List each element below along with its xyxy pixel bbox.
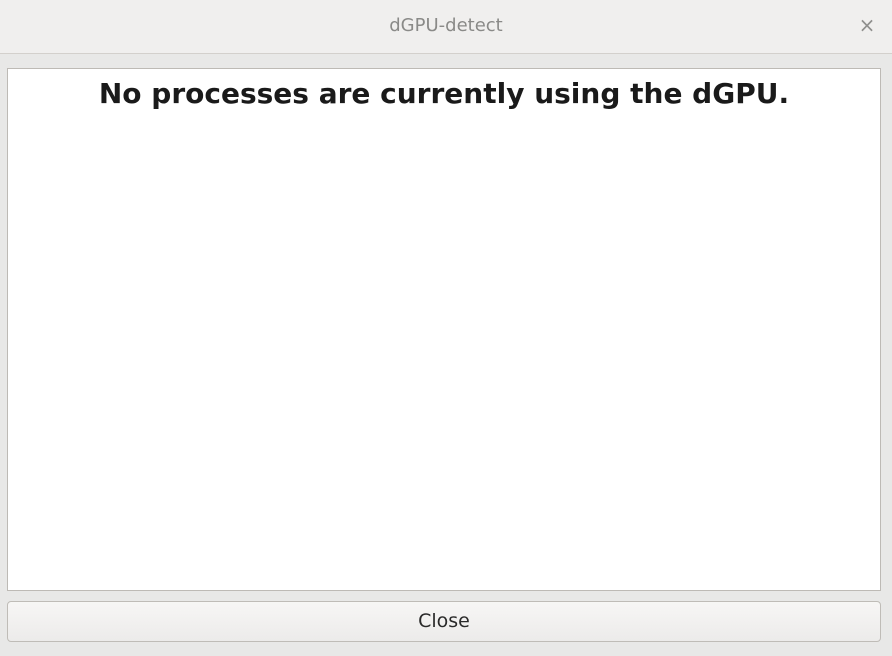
titlebar[interactable]: dGPU-detect × [0, 0, 892, 54]
close-button[interactable]: Close [7, 601, 881, 642]
status-message: No processes are currently using the dGP… [98, 77, 790, 110]
close-icon[interactable]: × [856, 14, 878, 36]
message-area: No processes are currently using the dGP… [7, 68, 881, 591]
window-title: dGPU-detect [389, 15, 503, 36]
dialog-window: dGPU-detect × No processes are currently… [0, 0, 892, 656]
